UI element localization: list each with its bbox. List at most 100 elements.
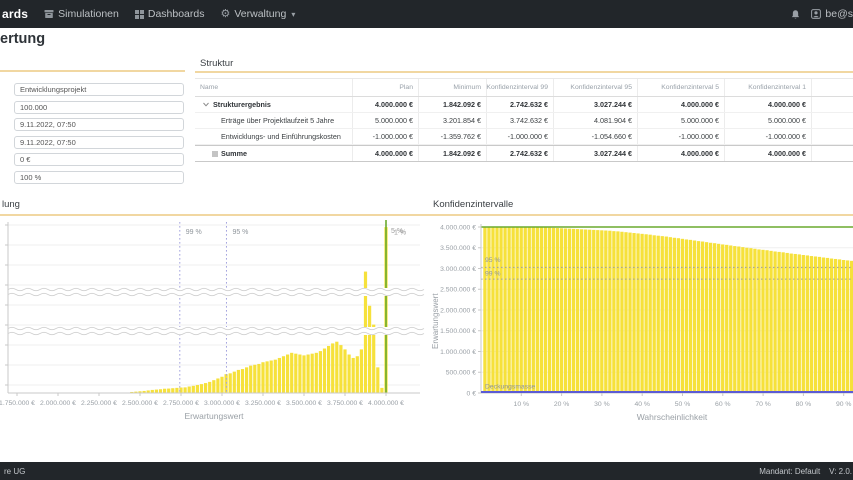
- percentile-bar: [822, 258, 825, 393]
- table-row[interactable]: Entwicklungs- und Einführungskosten-1.00…: [195, 129, 853, 145]
- simulation-properties-panel: [14, 83, 184, 184]
- x-tick-label: 10 %: [514, 401, 530, 408]
- percentile-bar: [806, 255, 809, 393]
- percentile-bar: [580, 229, 583, 393]
- table-row[interactable]: Erträge über Projektlaufzeit 5 Jahre 5.00…: [195, 113, 853, 129]
- bell-icon[interactable]: [790, 9, 801, 20]
- histogram-bar: [335, 342, 338, 393]
- percentile-bar: [693, 240, 696, 393]
- calculated-date-field[interactable]: [14, 136, 184, 149]
- percentile-bar: [499, 227, 502, 393]
- iterations-field[interactable]: [14, 101, 184, 114]
- empty-cell: [811, 113, 853, 128]
- histogram-bar: [163, 389, 166, 393]
- histogram-bar: [171, 388, 174, 393]
- row-name: Summe: [221, 149, 247, 158]
- deckungsmasse-label: Deckungsmasse: [485, 384, 535, 391]
- percentile-bar: [745, 248, 748, 393]
- table-header-row: NamePlanMinimumKonfidenzinterval 99Konfi…: [195, 78, 853, 97]
- x-axis-label: Erwartungswert: [184, 411, 244, 421]
- y-tick-label: 2.500.000 €: [440, 287, 476, 294]
- histogram-bar: [352, 358, 355, 393]
- percentile-bar: [552, 228, 555, 393]
- histogram-bar: [196, 385, 199, 393]
- x-tick-label: 2.000.000 €: [40, 400, 76, 407]
- empty-cell: [811, 97, 853, 112]
- percentile-bar: [681, 239, 684, 393]
- row-name: Strukturergebnis: [213, 100, 271, 109]
- table-row[interactable]: Strukturergebnis4.000.000 €1.842.092 €2.…: [195, 97, 853, 113]
- percentile-bar: [657, 236, 660, 393]
- y-tick-label: 3.500.000 €: [440, 245, 476, 252]
- histogram-bar: [290, 353, 293, 393]
- confidence-line-label: 95 %: [485, 257, 501, 264]
- table-row[interactable]: Summe4.000.000 €1.842.092 €2.742.632 €3.…: [195, 145, 853, 162]
- value-cell: -1.000.000 €: [486, 129, 553, 144]
- percentile-bar: [600, 230, 603, 393]
- histogram-bar: [216, 378, 219, 393]
- percentile-bar: [632, 233, 635, 393]
- value-cell: 4.000.000 €: [724, 97, 811, 112]
- percentile-bar: [733, 246, 736, 393]
- percentile-bar: [584, 229, 587, 393]
- simulations-icon: [44, 9, 54, 19]
- percentile-bar: [653, 235, 656, 393]
- histogram-bar: [155, 390, 158, 393]
- value-cell: 4.081.904 €: [553, 113, 637, 128]
- struktur-section-title: Struktur: [200, 58, 233, 69]
- histogram-bar: [253, 365, 256, 393]
- percentile-bar: [612, 231, 615, 393]
- confidence-line-label: 99 %: [485, 271, 501, 278]
- verteilung-underline: [0, 214, 427, 216]
- percentile-bar: [713, 243, 716, 393]
- x-tick-label: 3.750.000 €: [327, 400, 363, 407]
- percentile-bar: [665, 237, 668, 393]
- project-name-field[interactable]: [14, 83, 184, 96]
- brand-logo[interactable]: ards: [2, 7, 28, 21]
- histogram-bar: [319, 351, 322, 393]
- column-header: Plan: [352, 79, 418, 96]
- user-icon: [811, 9, 821, 19]
- value-cell: -1.359.762 €: [418, 129, 486, 144]
- amount-field[interactable]: [14, 153, 184, 166]
- value-cell: 1.842.092 €: [418, 97, 486, 112]
- left-panel-header-underline: [0, 70, 185, 72]
- value-cell: 5.000.000 €: [352, 113, 418, 128]
- percentile-bar: [661, 236, 664, 393]
- value-cell: 4.000.000 €: [352, 97, 418, 112]
- confidence-line-label: 99 %: [186, 229, 202, 236]
- percentile-bar: [503, 227, 506, 393]
- percentile-bar: [491, 227, 494, 393]
- x-tick-label: 80 %: [796, 401, 812, 408]
- histogram-bar: [307, 355, 310, 393]
- percentile-bar: [592, 230, 595, 393]
- percentile-bar: [568, 229, 571, 393]
- percentile-bar: [677, 238, 680, 393]
- nav-item-verwaltung[interactable]: ⚙ Verwaltung ▾: [220, 8, 295, 20]
- nav-item-simulationen[interactable]: Simulationen: [44, 8, 119, 20]
- value-cell: 3.742.632 €: [486, 113, 553, 128]
- nav-item-dashboards[interactable]: Dashboards: [135, 8, 205, 20]
- percentile-bar: [814, 256, 817, 393]
- histogram-bar: [175, 388, 178, 393]
- percentile-bar: [761, 250, 764, 393]
- histogram-bar: [298, 355, 301, 393]
- created-date-field[interactable]: [14, 118, 184, 131]
- percentile-bar: [556, 228, 559, 393]
- percentile-bar: [649, 235, 652, 393]
- histogram-bar: [294, 354, 297, 393]
- percentile-bar: [717, 244, 720, 393]
- tree-collapse-icon[interactable]: [203, 102, 209, 107]
- row-name: Erträge über Projektlaufzeit 5 Jahre: [221, 116, 334, 125]
- percentile-bar: [685, 239, 688, 393]
- percent-field[interactable]: [14, 171, 184, 184]
- percentile-bar: [608, 231, 611, 393]
- percentile-bar: [794, 254, 797, 393]
- value-cell: -1.000.000 €: [637, 129, 724, 144]
- top-navbar: ards Simulationen Dashboards ⚙ Verwaltun…: [0, 0, 853, 28]
- histogram-bar: [270, 361, 273, 393]
- user-menu[interactable]: be@s: [811, 8, 853, 20]
- percentile-bar: [697, 241, 700, 393]
- percentile-bar: [737, 247, 740, 393]
- x-tick-label: 4.000.000 €: [368, 400, 404, 407]
